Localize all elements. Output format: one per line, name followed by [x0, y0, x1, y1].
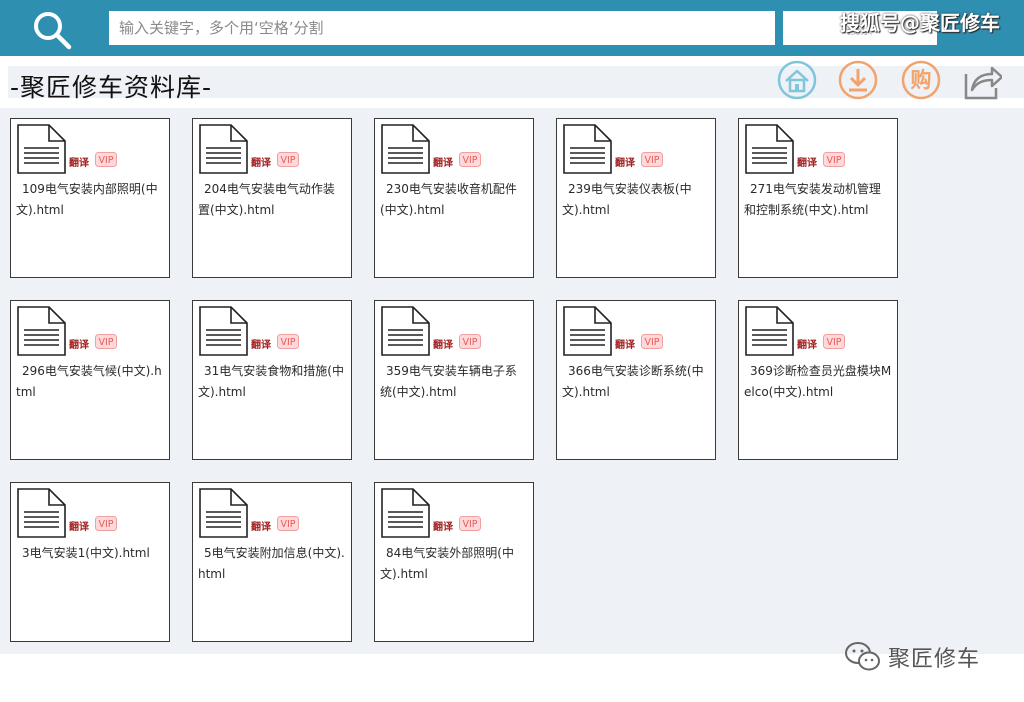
document-icon: [563, 124, 612, 174]
translate-badge[interactable]: 翻译: [251, 336, 271, 351]
file-name: 204电气安装电气动作装置(中文).html: [198, 182, 335, 217]
file-card[interactable]: 翻译 VIP 84电气安装外部照明(中文).html: [374, 482, 534, 642]
vip-badge-text: VIP: [280, 519, 295, 530]
document-icon: [381, 488, 430, 538]
file-card[interactable]: 翻译 VIP 369诊断检查员光盘模块Melco(中文).html: [738, 300, 898, 460]
vip-badge-text: VIP: [826, 155, 841, 166]
document-icon: [381, 306, 430, 356]
vip-badge[interactable]: VIP: [277, 516, 299, 531]
vip-badge-text: VIP: [644, 155, 659, 166]
file-card[interactable]: 翻译 VIP 31电气安装食物和措施(中文).html: [192, 300, 352, 460]
translate-badge[interactable]: 翻译: [433, 336, 453, 351]
file-name: 84电气安装外部照明(中文).html: [380, 546, 514, 581]
file-name: 230电气安装收音机配件(中文).html: [380, 182, 517, 217]
vip-badge[interactable]: VIP: [459, 516, 481, 531]
file-card[interactable]: 翻译 VIP 109电气安装内部照明(中文).html: [10, 118, 170, 278]
page-title: -聚匠修车资料库-: [10, 73, 213, 102]
vip-badge[interactable]: VIP: [277, 152, 299, 167]
document-icon: [17, 306, 66, 356]
file-name: 239电气安装仪表板(中文).html: [562, 182, 692, 217]
file-card[interactable]: 翻译 VIP 204电气安装电气动作装置(中文).html: [192, 118, 352, 278]
file-name: 31电气安装食物和措施(中文).html: [198, 364, 344, 399]
file-name: 109电气安装内部照明(中文).html: [16, 182, 158, 217]
translate-badge[interactable]: 翻译: [69, 336, 89, 351]
file-card[interactable]: 翻译 VIP 5电气安装附加信息(中文).html: [192, 482, 352, 642]
vip-badge-text: VIP: [462, 519, 477, 530]
search-input[interactable]: [109, 11, 775, 45]
vip-badge-text: VIP: [280, 155, 295, 166]
translate-badge[interactable]: 翻译: [615, 336, 635, 351]
search-icon[interactable]: [30, 8, 74, 52]
buy-glyph: 购: [910, 68, 932, 92]
translate-badge[interactable]: 翻译: [797, 336, 817, 351]
vip-badge-text: VIP: [644, 337, 659, 348]
file-name: 359电气安装车辆电子系统(中文).html: [380, 364, 517, 399]
document-icon: [199, 306, 248, 356]
footer-watermark-text: 聚匠修车: [888, 647, 981, 672]
translate-badge[interactable]: 翻译: [251, 518, 271, 533]
vip-badge[interactable]: VIP: [459, 334, 481, 349]
document-icon: [17, 488, 66, 538]
file-name: 366电气安装诊断系统(中文).html: [562, 364, 704, 399]
document-icon: [381, 124, 430, 174]
file-name: 3电气安装1(中文).html: [22, 546, 150, 560]
vip-badge[interactable]: VIP: [641, 152, 663, 167]
document-icon: [199, 488, 248, 538]
file-name: 369诊断检查员光盘模块Melco(中文).html: [744, 364, 892, 399]
document-icon: [745, 124, 794, 174]
document-icon: [745, 306, 794, 356]
vip-badge[interactable]: VIP: [823, 152, 845, 167]
file-card[interactable]: 翻译 VIP 366电气安装诊断系统(中文).html: [556, 300, 716, 460]
vip-badge[interactable]: VIP: [95, 152, 117, 167]
vip-badge[interactable]: VIP: [641, 334, 663, 349]
search-bar: 搜索 搜狐号@聚匠修车: [0, 0, 1024, 56]
vip-badge-text: VIP: [98, 337, 113, 348]
translate-badge[interactable]: 翻译: [69, 518, 89, 533]
vip-badge[interactable]: VIP: [823, 334, 845, 349]
file-card[interactable]: 翻译 VIP 3电气安装1(中文).html: [10, 482, 170, 642]
file-card[interactable]: 翻译 VIP 239电气安装仪表板(中文).html: [556, 118, 716, 278]
file-name: 296电气安装气候(中文).html: [16, 364, 162, 399]
sohu-watermark: 搜狐号@聚匠修车: [840, 11, 1000, 35]
document-icon: [17, 124, 66, 174]
vip-badge[interactable]: VIP: [277, 334, 299, 349]
buy-icon[interactable]: 购: [901, 60, 941, 100]
vip-badge[interactable]: VIP: [459, 152, 481, 167]
translate-badge[interactable]: 翻译: [69, 154, 89, 169]
wechat-icon: [845, 642, 880, 671]
translate-badge[interactable]: 翻译: [251, 154, 271, 169]
vip-badge-text: VIP: [462, 337, 477, 348]
vip-badge[interactable]: VIP: [95, 334, 117, 349]
vip-badge-text: VIP: [98, 155, 113, 166]
vip-badge-text: VIP: [826, 337, 841, 348]
vip-badge-text: VIP: [98, 519, 113, 530]
home-icon[interactable]: [777, 60, 817, 100]
vip-badge-text: VIP: [462, 155, 477, 166]
file-card[interactable]: 翻译 VIP 296电气安装气候(中文).html: [10, 300, 170, 460]
download-icon[interactable]: [838, 60, 878, 100]
translate-badge[interactable]: 翻译: [433, 154, 453, 169]
translate-badge[interactable]: 翻译: [433, 518, 453, 533]
file-name: 5电气安装附加信息(中文).html: [198, 546, 345, 581]
translate-badge[interactable]: 翻译: [615, 154, 635, 169]
file-name: 271电气安装发动机管理和控制系统(中文).html: [744, 182, 881, 217]
file-card[interactable]: 翻译 VIP 271电气安装发动机管理和控制系统(中文).html: [738, 118, 898, 278]
vip-badge-text: VIP: [280, 337, 295, 348]
translate-badge[interactable]: 翻译: [797, 154, 817, 169]
vip-badge[interactable]: VIP: [95, 516, 117, 531]
document-icon: [199, 124, 248, 174]
wechat-watermark: 聚匠修车: [844, 640, 980, 674]
file-card[interactable]: 翻译 VIP 230电气安装收音机配件(中文).html: [374, 118, 534, 278]
share-icon[interactable]: [962, 60, 1002, 100]
file-card[interactable]: 翻译 VIP 359电气安装车辆电子系统(中文).html: [374, 300, 534, 460]
document-icon: [563, 306, 612, 356]
